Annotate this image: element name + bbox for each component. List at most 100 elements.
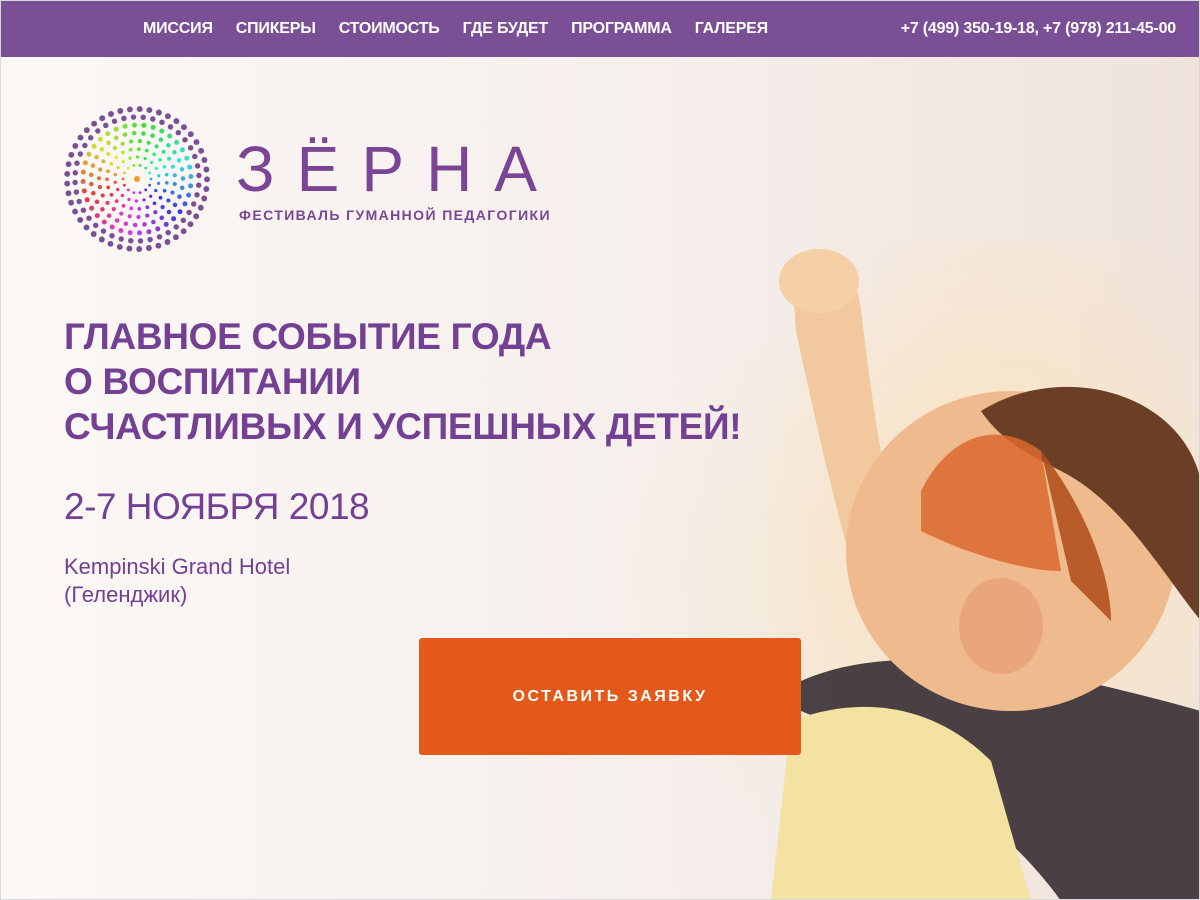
logo-dot [108, 111, 114, 117]
logo-dot [164, 172, 169, 177]
logo-dot [144, 166, 148, 170]
logo-dot [101, 219, 107, 225]
logo-dot [129, 139, 134, 144]
logo-dot [72, 170, 79, 176]
logo-dot [146, 229, 152, 235]
logo-dot [173, 118, 180, 125]
logo-dot [177, 209, 183, 215]
logo-dot [142, 222, 147, 227]
logo-dot [126, 166, 130, 170]
nav-link-speakers[interactable]: СПИКЕРЫ [236, 20, 316, 38]
logo-dot [176, 158, 182, 163]
logo-dot [182, 201, 188, 207]
logo-dot [193, 139, 200, 146]
hero-photo-child [761, 241, 1199, 899]
logo-dot [203, 166, 210, 173]
logo-dot [154, 166, 158, 171]
logo-dot [123, 183, 126, 187]
logo-dot [187, 164, 193, 170]
logo-dot [89, 205, 95, 211]
logo-dot [128, 156, 132, 160]
logo-dot [149, 194, 153, 198]
logo-dot [98, 167, 103, 172]
logo-dot [97, 185, 102, 190]
logo-dot [77, 151, 84, 157]
logo-dot [109, 161, 114, 166]
submit-application-button[interactable]: ОСТАВИТЬ ЗАЯВКУ [419, 638, 801, 755]
logo-dot [167, 133, 173, 139]
logo-dot [90, 231, 97, 237]
logo-dot [166, 143, 171, 148]
logo-dot [65, 161, 72, 168]
logo-dot [109, 192, 114, 197]
logo-dot [111, 118, 118, 124]
nav-link-location[interactable]: ГДЕ БУДЕТ [463, 20, 549, 38]
festival-logo[interactable]: ЗЁРНА ФЕСТИВАЛЬ ГУМАННОЙ ПЕДАГОГИКИ [61, 99, 621, 259]
venue-name: Kempinski Grand Hotel [64, 554, 291, 579]
nav-link-price[interactable]: СТОИМОСТЬ [339, 20, 440, 38]
logo-dot [197, 204, 204, 211]
logo-dot [114, 155, 119, 160]
logo-dot [158, 137, 164, 142]
logo-dot [156, 181, 161, 186]
logo-dot [201, 195, 208, 202]
contact-phones[interactable]: +7 (499) 350-19-18, +7 (978) 211-45-00 [901, 1, 1176, 57]
logo-dot [194, 192, 200, 198]
logo-dot [72, 208, 79, 215]
logo-dot [86, 215, 92, 221]
nav-link-gallery[interactable]: ГАЛЕРЕЯ [695, 20, 768, 38]
logo-dot [128, 147, 133, 152]
logo-dot [82, 160, 88, 166]
logo-dot [76, 198, 82, 205]
logo-dot [172, 202, 178, 208]
logo-dot [144, 188, 148, 192]
logo-dot [174, 139, 180, 145]
logo-dot [106, 213, 112, 218]
logo-dot [80, 169, 86, 175]
logo-dot [141, 122, 147, 128]
nav-link-mission[interactable]: МИССИЯ [143, 20, 213, 38]
logo-dot [150, 124, 156, 130]
logo-dot [137, 230, 142, 236]
logo-dot [145, 205, 150, 210]
logo-dot [126, 188, 130, 192]
logo-dot [126, 245, 133, 252]
nav-link-program[interactable]: ПРОГРАММА [571, 20, 672, 38]
logo-dot [94, 154, 99, 160]
logo-dot [203, 186, 210, 192]
logo-dot [80, 179, 86, 184]
logo-dot [114, 135, 119, 141]
logo-dot [109, 224, 115, 230]
logo-dot [170, 164, 175, 169]
logo-dot [111, 207, 116, 212]
logo-dot [160, 205, 165, 210]
logo-dot [144, 148, 149, 153]
logo-dot [172, 182, 177, 187]
logo-dot [92, 222, 99, 229]
logo-dot [184, 155, 190, 161]
logo-dot [149, 160, 154, 165]
logo-dot [94, 199, 100, 205]
logo-dot [179, 167, 185, 172]
logo-dot [91, 143, 97, 149]
logo-dot [65, 190, 72, 197]
logo-dot [121, 177, 125, 181]
logo-dot [87, 134, 94, 141]
logo-dot [145, 245, 152, 251]
logo-dot [101, 159, 106, 164]
logo-dot [142, 198, 146, 202]
logo-dot [81, 188, 87, 194]
logo-dot [64, 180, 71, 187]
logo-dot [127, 197, 131, 202]
logo-dot [132, 164, 136, 167]
logo-dot [127, 214, 132, 219]
logo-dot [105, 200, 110, 205]
logo-dot [136, 246, 143, 252]
logo-dot [106, 185, 111, 190]
logo-dot [117, 108, 124, 114]
logo-dot [95, 128, 101, 134]
logo-dot [143, 156, 147, 161]
logo-dot [187, 145, 194, 151]
logo-dot [159, 119, 165, 126]
logo-dot [136, 214, 141, 220]
